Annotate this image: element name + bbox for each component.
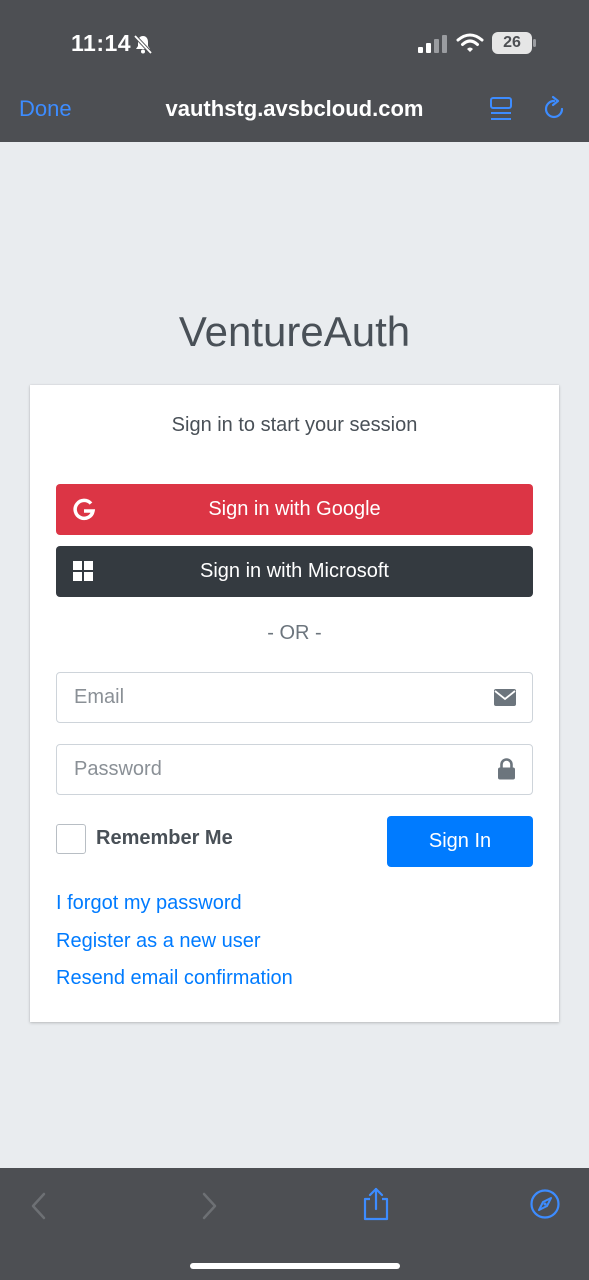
google-signin-label: Sign in with Google bbox=[208, 498, 381, 520]
remember-me-checkbox[interactable] bbox=[56, 824, 86, 854]
lock-icon bbox=[498, 758, 515, 780]
register-link[interactable]: Register as a new user bbox=[56, 930, 261, 953]
reader-mode-icon[interactable] bbox=[488, 95, 514, 123]
wifi-icon bbox=[456, 33, 484, 52]
cell-signal-icon bbox=[418, 35, 447, 53]
email-input-group bbox=[56, 672, 533, 723]
forgot-password-link[interactable]: I forgot my password bbox=[56, 892, 242, 915]
resend-confirmation-link[interactable]: Resend email confirmation bbox=[56, 967, 293, 990]
home-indicator bbox=[190, 1263, 400, 1269]
back-chevron-icon[interactable] bbox=[28, 1190, 50, 1222]
envelope-icon bbox=[494, 689, 516, 706]
google-signin-button[interactable]: Sign in with Google bbox=[56, 484, 533, 535]
login-box-message: Sign in to start your session bbox=[171, 414, 418, 436]
brand-logo-text: VentureAuth bbox=[178, 308, 411, 355]
password-input-group bbox=[56, 744, 533, 795]
share-icon[interactable] bbox=[361, 1186, 391, 1222]
email-field[interactable] bbox=[57, 673, 477, 722]
password-field[interactable] bbox=[57, 745, 477, 794]
compass-icon[interactable] bbox=[529, 1188, 561, 1220]
battery-level: 26 bbox=[503, 34, 521, 51]
microsoft-signin-button[interactable]: Sign in with Microsoft bbox=[56, 546, 533, 597]
sign-in-button[interactable]: Sign In bbox=[387, 816, 533, 867]
bell-off-icon bbox=[133, 34, 153, 55]
status-time: 11:14 bbox=[71, 30, 132, 56]
remember-me-label[interactable]: Remember Me bbox=[96, 827, 233, 850]
or-separator: - OR - bbox=[267, 622, 322, 644]
forward-chevron-icon[interactable] bbox=[198, 1190, 220, 1222]
reload-icon[interactable] bbox=[540, 95, 568, 123]
done-button[interactable]: Done bbox=[19, 96, 72, 122]
microsoft-signin-label: Sign in with Microsoft bbox=[200, 560, 389, 582]
